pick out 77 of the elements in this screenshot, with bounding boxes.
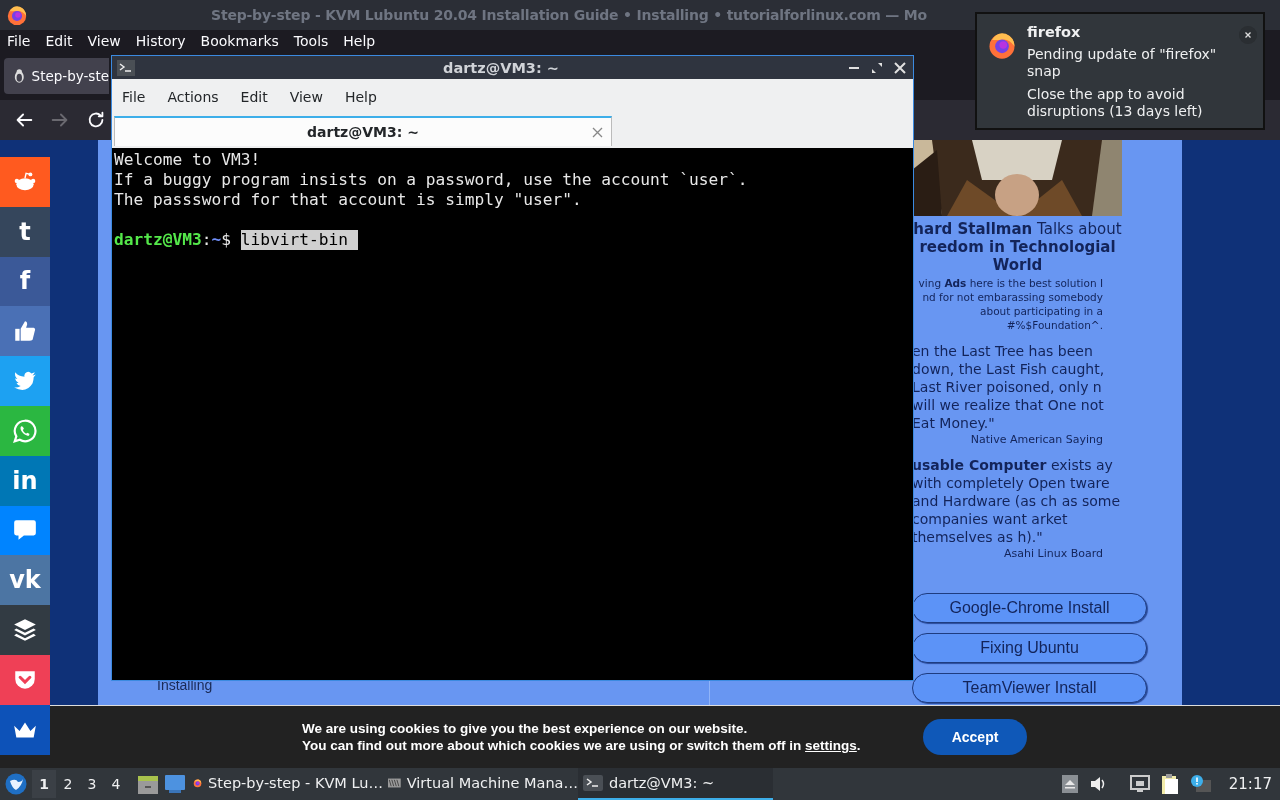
cookie-text: We are using cookies to give you the best experience on our website. — [302, 721, 749, 736]
share-icon: vk — [9, 568, 41, 593]
firefox-icon — [987, 30, 1017, 60]
terminal-line: The passsword for that account is simply "user". — [114, 190, 582, 210]
terminal-line: If a buggy program insists on a password, use the account `user`. — [114, 170, 748, 190]
monitor-stripes-icon — [388, 776, 401, 790]
stack-icon — [12, 617, 38, 644]
ad-note: ving Ads here is the best solution I nd for not embarassing somebody about participating in a #%$Foundation^. — [917, 276, 1103, 332]
prompt-symbol: $ — [221, 230, 231, 250]
cookie-text: You can find out more about which cookies we are using or switch them off in settings. — [302, 738, 862, 753]
window-title: dartz@VM3: ~ — [442, 59, 560, 76]
share-icon: in — [12, 468, 38, 493]
text-cursor — [347, 230, 358, 250]
window-title: Step-by-step - KVM Lubuntu 20.04 Installation Guide • Installing • tutorialforlinux.com — Mo — [211, 7, 927, 23]
taskbar-button[interactable]: Virtual Machine Mana… — [383, 768, 578, 800]
terminal-icon — [117, 59, 135, 76]
alert-icon[interactable] — [1189, 774, 1212, 794]
article-text: Installing — [156, 677, 214, 695]
share-button[interactable] — [0, 505, 50, 556]
menu-item[interactable]: Bookmarks — [200, 33, 279, 49]
prompt-separator: : — [201, 230, 212, 250]
speaker-icon[interactable] — [1088, 775, 1107, 793]
chat-phone-icon — [12, 417, 38, 444]
network-icon[interactable] — [1129, 775, 1150, 793]
share-button[interactable] — [0, 605, 50, 655]
settings-link[interactable]: settings — [805, 738, 857, 753]
picture-caption: hard Stallman Talks about reedom in Technologial World — [912, 220, 1123, 274]
terminal-tab[interactable]: dartz@VM3: ~ — [114, 116, 612, 146]
desktop-switch[interactable]: 3 — [80, 770, 104, 798]
notification-text: Pending update of "firefox" snap — [1027, 46, 1218, 80]
start-menu-icon[interactable] — [5, 773, 27, 795]
link-button[interactable]: TeamViewer Install — [912, 673, 1147, 703]
share-button[interactable] — [0, 704, 50, 755]
command-text: libvirt-bin — [240, 230, 348, 250]
menu-item[interactable]: Edit — [45, 33, 73, 49]
clipboard-icon[interactable] — [1160, 773, 1179, 795]
taskbar-button[interactable]: dartz@VM3: ~ — [578, 768, 773, 800]
terminal-icon — [583, 775, 603, 791]
accept-button[interactable]: Accept — [923, 719, 1027, 755]
menu-item[interactable]: Actions — [167, 89, 219, 105]
link-button[interactable]: Google-Chrome Install — [912, 593, 1147, 623]
share-icon: f — [19, 269, 31, 294]
maximize-icon[interactable] — [870, 60, 884, 75]
browser-tab[interactable]: Step-by-ste — [4, 58, 109, 94]
link-button[interactable]: Fixing Ubuntu — [912, 633, 1147, 663]
share-button[interactable]: vk — [0, 555, 50, 606]
share-button[interactable]: f — [0, 256, 50, 307]
menu-item[interactable]: File — [7, 33, 31, 49]
notification-title: firefox — [1027, 24, 1082, 41]
share-button[interactable]: in — [0, 455, 50, 506]
quote-source: Native American Saying — [969, 433, 1103, 446]
share-button[interactable] — [0, 306, 50, 357]
menu-item[interactable]: View — [87, 33, 121, 49]
menu-item[interactable]: File — [122, 89, 146, 105]
quote-source: Asahi Linux Board — [1003, 547, 1103, 560]
share-button[interactable]: t — [0, 206, 50, 257]
clock: 21:17 — [1228, 775, 1272, 793]
terminal-line: Welcome to VM3! — [114, 150, 261, 170]
desktop-icon[interactable] — [165, 775, 185, 793]
share-icon: t — [19, 219, 31, 244]
eject-icon[interactable] — [1061, 775, 1078, 793]
menu-item[interactable]: Help — [343, 33, 376, 49]
menu-item[interactable]: History — [135, 33, 186, 49]
menu-item[interactable]: Help — [344, 89, 377, 105]
menu-item[interactable]: Tools — [293, 33, 329, 49]
desktop-switch[interactable]: 1 — [32, 770, 56, 798]
prompt-user: dartz@VM3 — [114, 230, 202, 250]
prompt-path: ~ — [211, 230, 222, 250]
notification-text: Close the app to avoid disruptions (13 days left) — [1027, 86, 1204, 120]
desktop-switch[interactable]: 2 — [56, 770, 80, 798]
taskbar-button[interactable]: Step-by-step - KVM Lu… — [188, 768, 383, 800]
quote-text: usable Computer exists ay with completely Open tware and Hardware (as ch as some companies want arket themselves as h)." — [911, 456, 1122, 546]
desktop-switch[interactable]: 4 — [104, 770, 128, 798]
file-cabinet-icon[interactable] — [138, 774, 158, 794]
firefox-icon — [6, 4, 28, 26]
menu-item[interactable]: Edit — [240, 89, 268, 105]
menu-item[interactable]: View — [289, 89, 323, 105]
